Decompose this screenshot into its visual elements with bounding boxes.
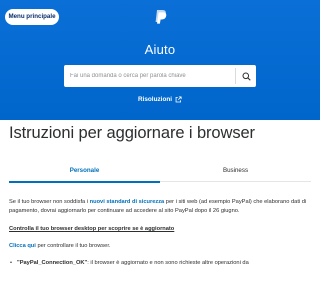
tab-business[interactable]: Business: [160, 160, 311, 182]
main-menu-button[interactable]: Menu principale: [5, 9, 59, 25]
connection-ok-label: "PayPal_Connection_OK": [17, 260, 88, 266]
intro-text-start: Se il tuo browser non soddisfa i: [9, 199, 90, 205]
search-icon: [241, 71, 251, 81]
security-standards-link[interactable]: nuovi standard di sicurezza: [90, 199, 165, 205]
resolution-label: Risoluzioni: [137, 96, 173, 103]
intro-paragraph: Se il tuo browser non soddisfa i nuovi s…: [9, 198, 311, 215]
click-here-link[interactable]: Clicca qui: [9, 243, 36, 249]
search-button[interactable]: [236, 65, 256, 87]
search-bar: [64, 65, 256, 87]
click-here-text: per controllare il tuo browser.: [35, 243, 111, 249]
click-here-paragraph: Clicca qui per controllare il tuo browse…: [9, 242, 110, 251]
tab-personal[interactable]: Personale: [9, 160, 160, 183]
resolution-center-link[interactable]: Risoluzioni: [0, 96, 320, 103]
check-browser-heading[interactable]: Controlla il tuo browser desktop per sco…: [9, 225, 174, 234]
page-title: Istruzioni per aggiornare i browser: [9, 124, 255, 142]
list-item: "PayPal_Connection_OK": il browser è agg…: [9, 259, 311, 268]
help-title: Aiuto: [144, 42, 176, 57]
external-link-icon: [175, 96, 182, 103]
tab-bar: Personale Business: [9, 160, 311, 183]
paypal-logo-icon[interactable]: [153, 9, 167, 25]
hero-banner: Menu principale Aiuto Risoluzioni: [0, 0, 320, 120]
connection-ok-text: : il browser è aggiornato e non sono ric…: [87, 260, 249, 266]
search-input[interactable]: [64, 65, 235, 87]
